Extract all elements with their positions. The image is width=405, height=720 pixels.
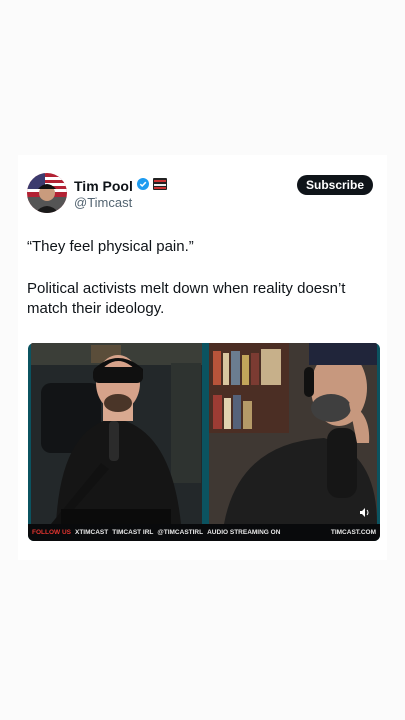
video-thumbnail[interactable]: FOLLOW US XTIMCAST TIMCAST IRL @TIMCASTI… xyxy=(28,343,380,541)
post-body: Political activists melt down when reali… xyxy=(27,280,346,317)
audio-label: AUDIO STREAMING ON xyxy=(207,529,281,536)
author-handle[interactable]: @Timcast xyxy=(74,195,132,210)
threads-handle: TIMCAST IRL xyxy=(112,529,154,536)
video-left-panel xyxy=(31,343,202,524)
site-label: TIMCAST.COM xyxy=(330,529,376,536)
x-handle: XTIMCAST xyxy=(75,529,109,536)
author-name[interactable]: Tim Pool xyxy=(74,178,133,194)
video-info-bar: FOLLOW US XTIMCAST TIMCAST IRL @TIMCASTI… xyxy=(28,524,380,541)
instagram-handle: @TIMCASTIRL xyxy=(157,529,204,536)
tweet-card: Tim Pool @Timcast Subscribe “They feel p… xyxy=(18,155,387,560)
video-right-panel xyxy=(209,343,377,524)
follow-us-label: FOLLOW US xyxy=(32,529,71,536)
speaker-icon[interactable] xyxy=(360,508,370,520)
avatar[interactable] xyxy=(27,173,67,213)
subscribe-button[interactable]: Subscribe xyxy=(297,175,373,195)
verified-badge-icon xyxy=(136,177,149,195)
affiliate-badge-icon xyxy=(152,177,167,195)
post-quote: “They feel physical pain.” xyxy=(27,238,194,255)
